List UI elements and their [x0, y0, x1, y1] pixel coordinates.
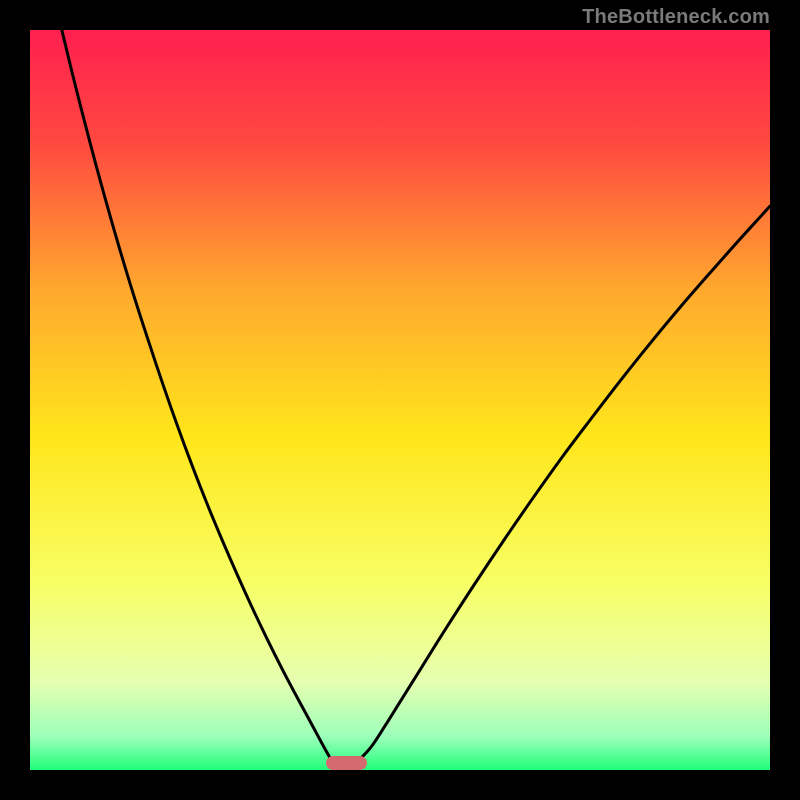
chart-frame: TheBottleneck.com: [0, 0, 800, 800]
bottleneck-marker: [326, 756, 367, 770]
bottleneck-curve: [30, 30, 770, 770]
watermark-label: TheBottleneck.com: [582, 6, 770, 29]
right-branch: [356, 206, 770, 763]
left-branch: [62, 30, 334, 763]
plot-area: [30, 30, 770, 770]
